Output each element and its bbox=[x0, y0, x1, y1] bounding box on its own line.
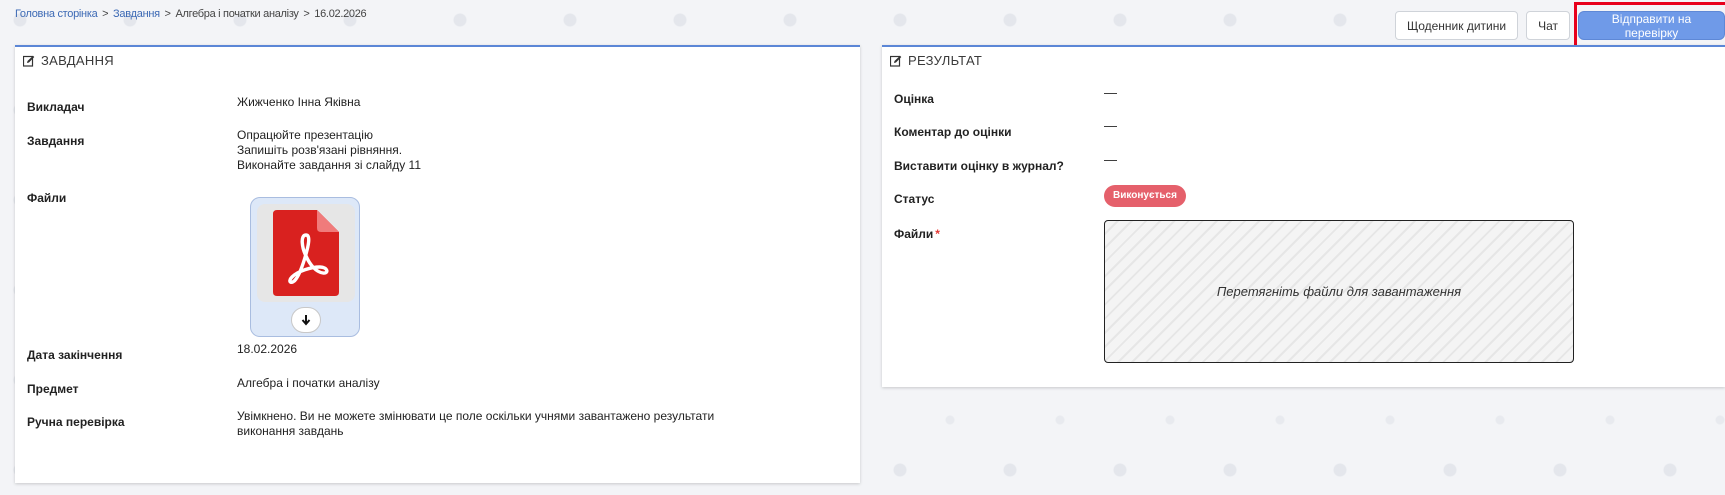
breadcrumb-separator: > bbox=[102, 8, 109, 20]
journal-value: — bbox=[1104, 152, 1117, 167]
breadcrumb-date: 16.02.2026 bbox=[314, 8, 367, 20]
pdf-thumbnail bbox=[257, 204, 355, 302]
grade-label: Оцінка bbox=[894, 92, 934, 106]
dropzone-text: Перетягніть файли для завантаження bbox=[1216, 284, 1462, 299]
chat-button[interactable]: Чат bbox=[1526, 11, 1570, 40]
result-panel-header: РЕЗУЛЬТАТ bbox=[882, 47, 1725, 74]
manual-check-line: виконання завдань bbox=[237, 424, 344, 438]
edit-icon bbox=[23, 55, 35, 67]
teacher-value: Жижченко Інна Яківна bbox=[237, 95, 361, 109]
result-panel: РЕЗУЛЬТАТ Оцінка — Коментар до оцінки — … bbox=[882, 45, 1725, 387]
task-panel: ЗАВДАННЯ Викладач Жижченко Інна Яківна З… bbox=[15, 45, 860, 483]
manual-check-line: Увімкнено. Ви не можете змінювати це пол… bbox=[237, 409, 715, 423]
child-diary-button[interactable]: Щоденник дитини bbox=[1394, 11, 1519, 40]
grade-comment-label: Коментар до оцінки bbox=[894, 125, 1012, 139]
subject-label: Предмет bbox=[27, 382, 79, 396]
teacher-label: Викладач bbox=[27, 100, 85, 114]
task-panel-header: ЗАВДАННЯ bbox=[15, 47, 860, 74]
submit-button-wrapper: Відправити на перевірку bbox=[1574, 2, 1725, 48]
journal-label: Виставити оцінку в журнал? bbox=[894, 159, 1064, 173]
deadline-value: 18.02.2026 bbox=[237, 342, 298, 356]
result-files-label: Файли * bbox=[894, 227, 940, 241]
grade-comment-value: — bbox=[1104, 118, 1117, 133]
task-panel-title: ЗАВДАННЯ bbox=[41, 53, 114, 68]
file-dropzone[interactable]: Перетягніть файли для завантаження bbox=[1104, 220, 1574, 363]
download-button[interactable] bbox=[291, 307, 321, 333]
subject-value: Алгебра і початки аналізу bbox=[237, 376, 380, 390]
status-label: Статус bbox=[894, 192, 935, 206]
task-description: Опрацюйте презентацію Запишіть розв'язан… bbox=[237, 128, 421, 173]
result-files-label-text: Файли bbox=[894, 227, 934, 241]
manual-check-label: Ручна перевірка bbox=[27, 415, 125, 429]
task-label: Завдання bbox=[27, 134, 85, 148]
task-line: Запишіть розв'язані рівняння. bbox=[237, 143, 403, 157]
pdf-file-card[interactable] bbox=[250, 197, 360, 337]
edit-icon bbox=[890, 55, 902, 67]
pdf-icon bbox=[273, 210, 339, 296]
deadline-label: Дата закінчення bbox=[27, 348, 123, 362]
breadcrumb-subject: Алгебра і початки аналізу bbox=[175, 8, 299, 20]
files-label: Файли bbox=[27, 191, 67, 205]
submit-for-review-button[interactable]: Відправити на перевірку bbox=[1578, 11, 1725, 40]
required-mark: * bbox=[935, 227, 940, 241]
breadcrumb-home-link[interactable]: Головна сторінка bbox=[15, 8, 98, 20]
result-panel-title: РЕЗУЛЬТАТ bbox=[908, 53, 983, 68]
breadcrumb-separator: > bbox=[164, 8, 171, 20]
task-line: Виконайте завдання зі слайду 11 bbox=[237, 158, 421, 172]
top-actions: Щоденник дитини Чат Відправити на переві… bbox=[1394, 2, 1725, 48]
manual-check-value: Увімкнено. Ви не можете змінювати це пол… bbox=[237, 409, 714, 439]
arrow-down-icon bbox=[301, 315, 311, 326]
breadcrumb-separator: > bbox=[303, 8, 310, 20]
breadcrumb-tasks-link[interactable]: Завдання bbox=[113, 8, 160, 20]
grade-value: — bbox=[1104, 85, 1117, 100]
task-line: Опрацюйте презентацію bbox=[237, 128, 373, 142]
status-badge: Виконується bbox=[1104, 185, 1186, 207]
breadcrumb: Головна сторінка > Завдання > Алгебра і … bbox=[15, 8, 367, 20]
